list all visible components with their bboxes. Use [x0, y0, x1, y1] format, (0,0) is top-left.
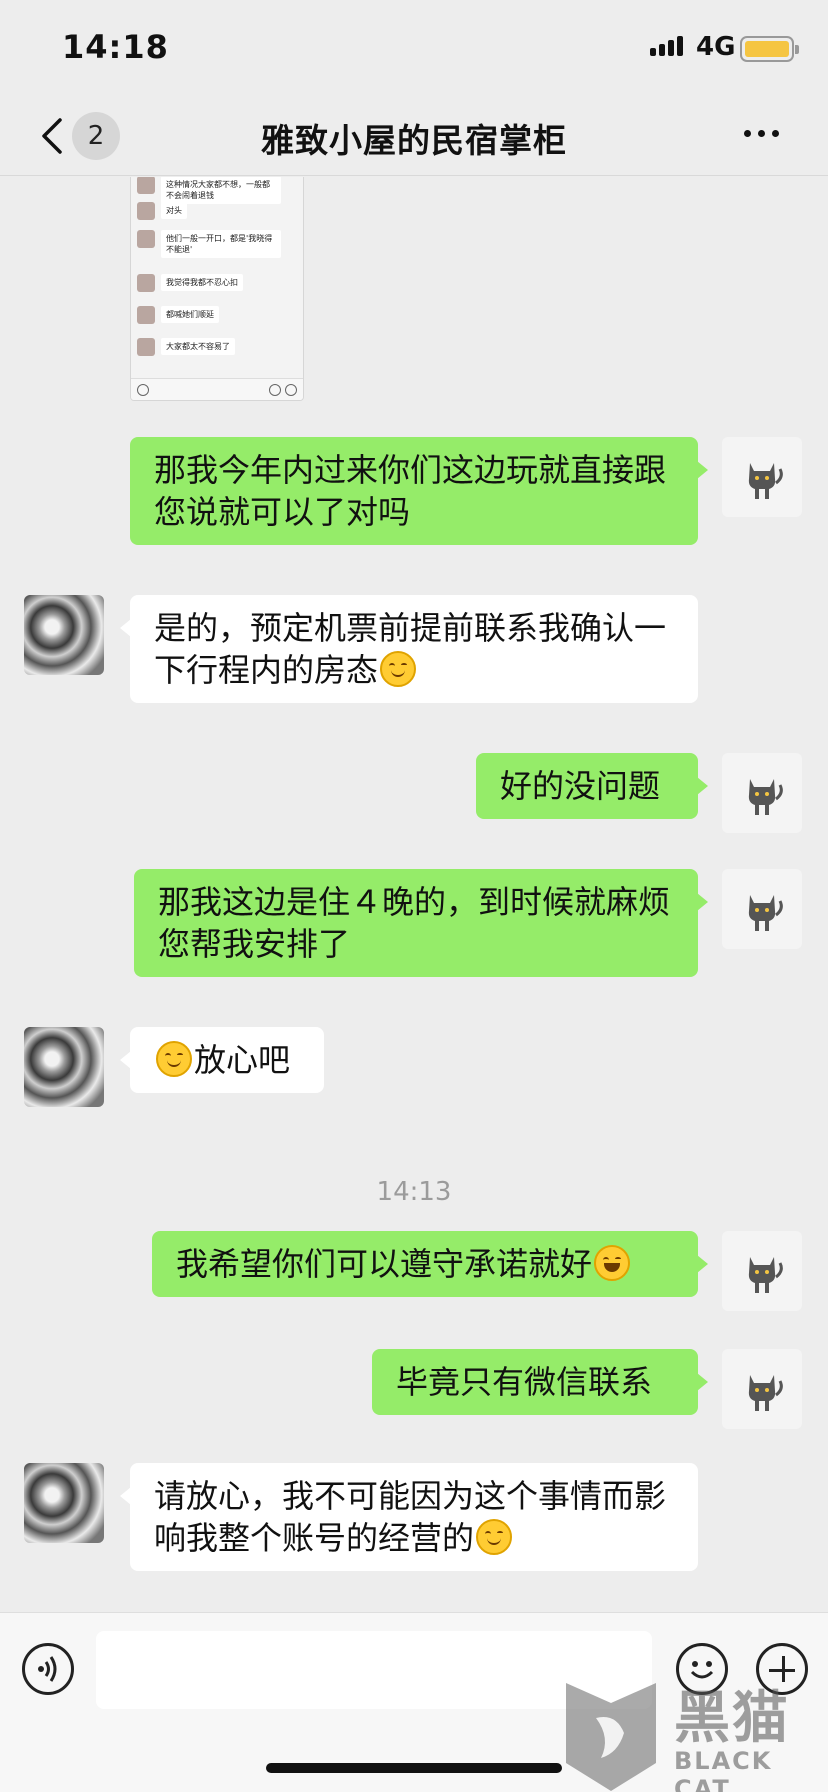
- contact-avatar[interactable]: [24, 595, 104, 675]
- cat-icon: [748, 895, 783, 931]
- shared-screenshot-image[interactable]: 这种情况大家都不想，一般都不会闹着退钱 对头 他们一般一开口，都是'我晓得不能退…: [130, 177, 304, 401]
- status-time: 14:18: [62, 28, 169, 66]
- cat-icon: [748, 1257, 783, 1293]
- smile-emoji-icon: [156, 1041, 192, 1077]
- message-bubble-received[interactable]: 放心吧: [120, 1027, 324, 1093]
- my-avatar[interactable]: [722, 1231, 802, 1311]
- mini-message: 这种情况大家都不想，一般都不会闹着退钱: [161, 177, 281, 204]
- cat-icon: [748, 1375, 783, 1411]
- message-text: 毕竟只有微信联系: [396, 1363, 653, 1401]
- cat-icon: [748, 463, 783, 499]
- status-bar: 14:18 4G: [0, 0, 828, 96]
- home-indicator[interactable]: [266, 1763, 562, 1773]
- mini-voice-icon: [137, 384, 149, 396]
- mini-message: 大家都太不容易了: [161, 338, 235, 355]
- chat-title: 雅致小屋的民宿掌柜: [261, 121, 567, 160]
- message-bubble-sent[interactable]: 毕竟只有微信联系: [372, 1349, 708, 1415]
- message-text: 那我今年内过来你们这边玩就直接跟您说就可以了对吗: [154, 451, 667, 531]
- input-bar: 黑猫 BLACK CAT: [0, 1612, 828, 1792]
- message-bubble-sent[interactable]: 那我今年内过来你们这边玩就直接跟您说就可以了对吗: [130, 437, 708, 545]
- mini-message: 对头: [161, 202, 187, 219]
- mini-plus-icon: [285, 384, 297, 396]
- contact-avatar[interactable]: [24, 1027, 104, 1107]
- chat-header: 2 雅致小屋的民宿掌柜: [0, 96, 828, 176]
- signal-icon: [650, 36, 683, 56]
- my-avatar[interactable]: [722, 869, 802, 949]
- my-avatar[interactable]: [722, 753, 802, 833]
- message-timestamp: 14:13: [376, 1177, 452, 1207]
- watermark-english: BLACK CAT: [674, 1747, 773, 1792]
- cat-icon: [748, 779, 783, 815]
- battery-icon: [740, 36, 799, 62]
- message-bubble-received[interactable]: 请放心，我不可能因为这个事情而影响我整个账号的经营的: [120, 1463, 698, 1571]
- my-avatar[interactable]: [722, 437, 802, 517]
- smile-emoji-icon: [476, 1519, 513, 1555]
- chat-area[interactable]: 这种情况大家都不想，一般都不会闹着退钱 对头 他们一般一开口，都是'我晓得不能退…: [0, 177, 828, 1612]
- message-bubble-sent[interactable]: 好的没问题: [476, 753, 708, 819]
- contact-avatar[interactable]: [24, 1463, 104, 1543]
- mini-message: 都喊她们顺延: [161, 306, 219, 323]
- network-type: 4G: [696, 32, 736, 62]
- message-text: 好的没问题: [500, 767, 661, 805]
- smile-emoji-icon: [380, 651, 417, 687]
- mini-avatar: [137, 230, 155, 248]
- mini-avatar: [137, 338, 155, 356]
- mini-avatar: [137, 306, 155, 324]
- voice-icon[interactable]: [22, 1643, 74, 1695]
- message-bubble-sent[interactable]: 那我这边是住４晚的，到时候就麻烦您帮我安排了: [134, 869, 708, 977]
- mini-avatar: [137, 202, 155, 220]
- message-text: 请放心，我不可能因为这个事情而影响我整个账号的经营的: [154, 1477, 667, 1557]
- mini-avatar: [137, 177, 155, 194]
- black-cat-logo-icon: [566, 1683, 656, 1791]
- mini-emoji-icon: [269, 384, 281, 396]
- message-text: 放心吧: [194, 1041, 291, 1079]
- mini-message: 我觉得我都不忍心扣: [161, 274, 243, 291]
- watermark-text: 黑猫: [674, 1686, 790, 1751]
- more-icon[interactable]: [744, 130, 779, 137]
- mini-avatar: [137, 274, 155, 292]
- watermark-logo: 黑猫 BLACK CAT: [556, 1673, 828, 1792]
- mini-input-bar: [131, 378, 303, 400]
- message-text: 我希望你们可以遵守承诺就好: [176, 1245, 593, 1283]
- message-bubble-sent[interactable]: 我希望你们可以遵守承诺就好: [152, 1231, 708, 1297]
- mini-message: 他们一般一开口，都是'我晓得不能退': [161, 230, 281, 258]
- my-avatar[interactable]: [722, 1349, 802, 1429]
- laugh-emoji-icon: [594, 1245, 631, 1281]
- message-bubble-received[interactable]: 是的，预定机票前提前联系我确认一下行程内的房态: [120, 595, 698, 703]
- message-text: 那我这边是住４晚的，到时候就麻烦您帮我安排了: [158, 883, 671, 963]
